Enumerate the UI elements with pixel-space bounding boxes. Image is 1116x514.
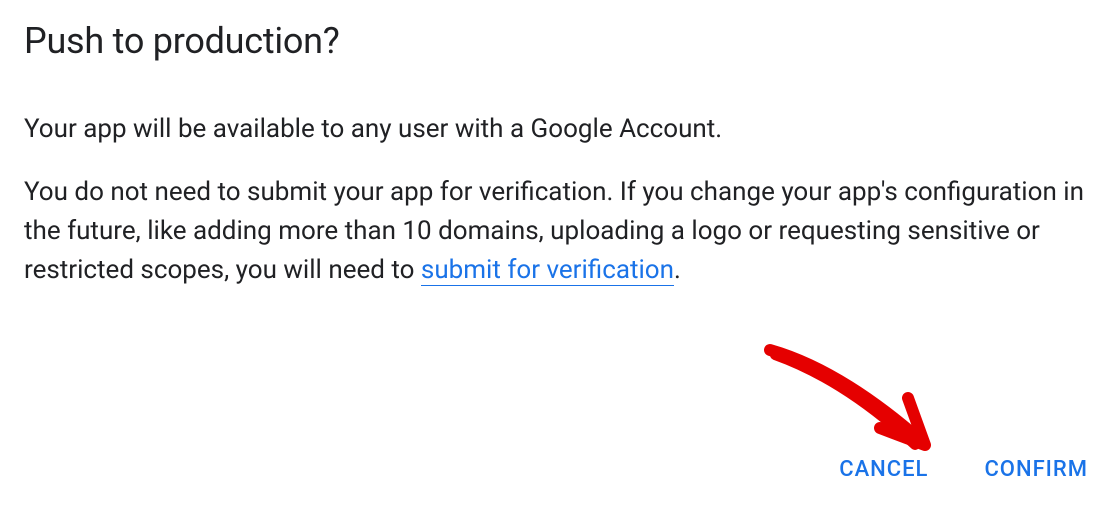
paragraph-2-suffix: . (674, 255, 681, 285)
cancel-button[interactable]: CANCEL (835, 449, 932, 490)
dialog-paragraph-1: Your app will be available to any user w… (24, 110, 1092, 149)
dialog-title: Push to production? (24, 20, 1092, 62)
dialog-button-row: CANCEL CONFIRM (835, 449, 1092, 490)
submit-for-verification-link[interactable]: submit for verification (421, 255, 674, 286)
confirm-button[interactable]: CONFIRM (980, 449, 1092, 490)
dialog-paragraph-2: You do not need to submit your app for v… (24, 173, 1092, 290)
